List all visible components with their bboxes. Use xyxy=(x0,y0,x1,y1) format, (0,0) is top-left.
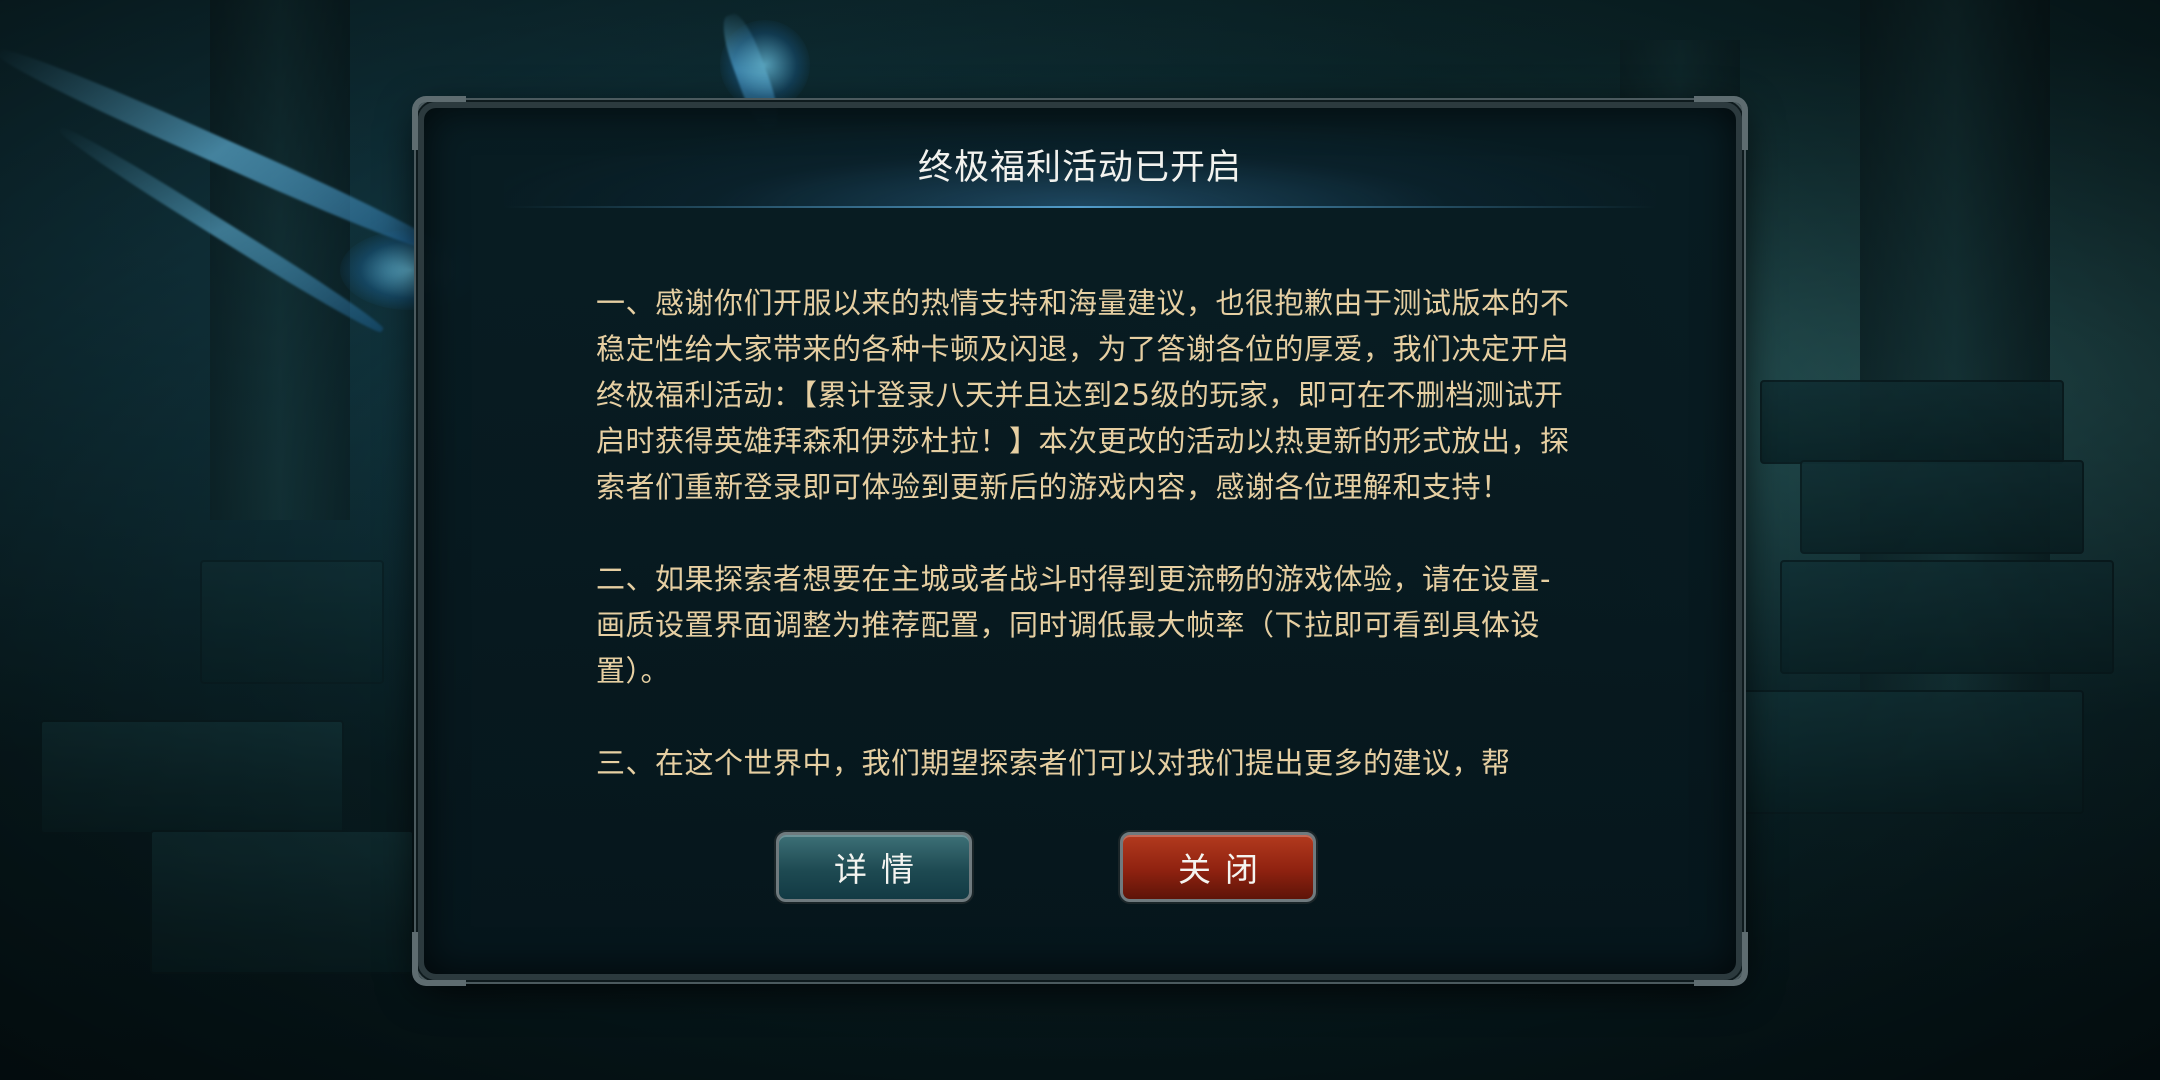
dialog-title-bar: 终极福利活动已开启 xyxy=(504,122,1656,208)
close-button[interactable]: 关闭 xyxy=(1120,832,1316,902)
frame-corner xyxy=(412,932,466,986)
announcement-paragraph: 三、在这个世界中，我们期望探索者们可以对我们提出更多的建议，帮 xyxy=(596,746,1511,780)
frame-corner xyxy=(412,96,466,150)
announcement-scroll-area[interactable]: 一、感谢你们开服以来的热情支持和海量建议，也很抱歉由于测试版本的不稳定性给大家带… xyxy=(596,280,1574,928)
announcement-dialog: 终极福利活动已开启 一、感谢你们开服以来的热情支持和海量建议，也很抱歉由于测试版… xyxy=(412,96,1748,986)
frame-corner xyxy=(1694,96,1748,150)
frame-corner xyxy=(1694,932,1748,986)
dialog-title: 终极福利活动已开启 xyxy=(917,147,1242,188)
details-button[interactable]: 详情 xyxy=(776,832,972,902)
announcement-paragraph: 一、感谢你们开服以来的热情支持和海量建议，也很抱歉由于测试版本的不稳定性给大家带… xyxy=(596,286,1570,504)
announcement-paragraph: 二、如果探索者想要在主城或者战斗时得到更流畅的游戏体验，请在设置-画质设置界面调… xyxy=(596,562,1551,688)
